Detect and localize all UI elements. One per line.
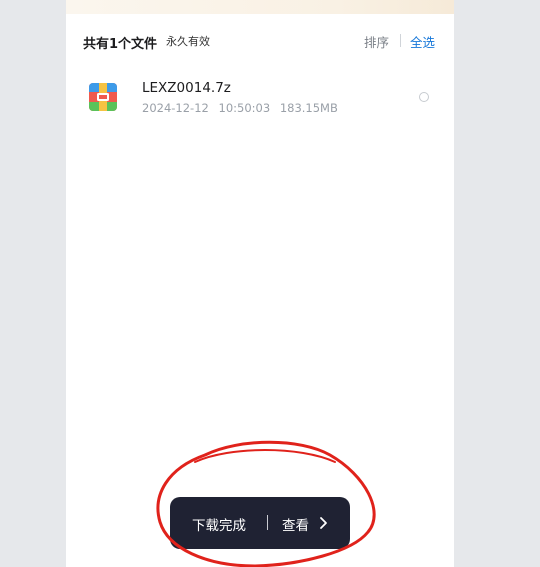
file-select-radio[interactable] bbox=[419, 92, 429, 102]
archive-icon bbox=[89, 83, 117, 111]
file-list-item[interactable]: LEXZ0014.7z 2024-12-12 10:50:03 183.15MB bbox=[66, 72, 454, 122]
select-all-button[interactable]: 全选 bbox=[410, 32, 435, 51]
file-list-header: 共有1个文件 永久有效 排序 全选 bbox=[66, 30, 454, 52]
file-time: 10:50:03 bbox=[218, 101, 271, 115]
chevron-right-icon[interactable] bbox=[319, 516, 329, 530]
file-count-label: 共有1个文件 bbox=[83, 37, 158, 52]
file-date: 2024-12-12 bbox=[142, 101, 209, 115]
toast-message: 下载完成 bbox=[192, 518, 246, 534]
file-size: 183.15MB bbox=[279, 101, 338, 115]
file-meta: 2024-12-12 10:50:03 183.15MB bbox=[142, 101, 338, 115]
view-button[interactable]: 查看 bbox=[282, 514, 309, 534]
toast-divider bbox=[267, 515, 268, 530]
top-banner-edge bbox=[66, 0, 454, 14]
validity-label: 永久有效 bbox=[166, 35, 210, 48]
header-divider bbox=[400, 34, 401, 47]
download-toast: 下载完成 查看 bbox=[170, 497, 350, 549]
file-share-panel: 共有1个文件 永久有效 排序 全选 LEXZ0014.7z 2024-12-12… bbox=[66, 0, 454, 567]
sort-button[interactable]: 排序 bbox=[364, 32, 389, 51]
file-name: LEXZ0014.7z bbox=[142, 80, 231, 96]
